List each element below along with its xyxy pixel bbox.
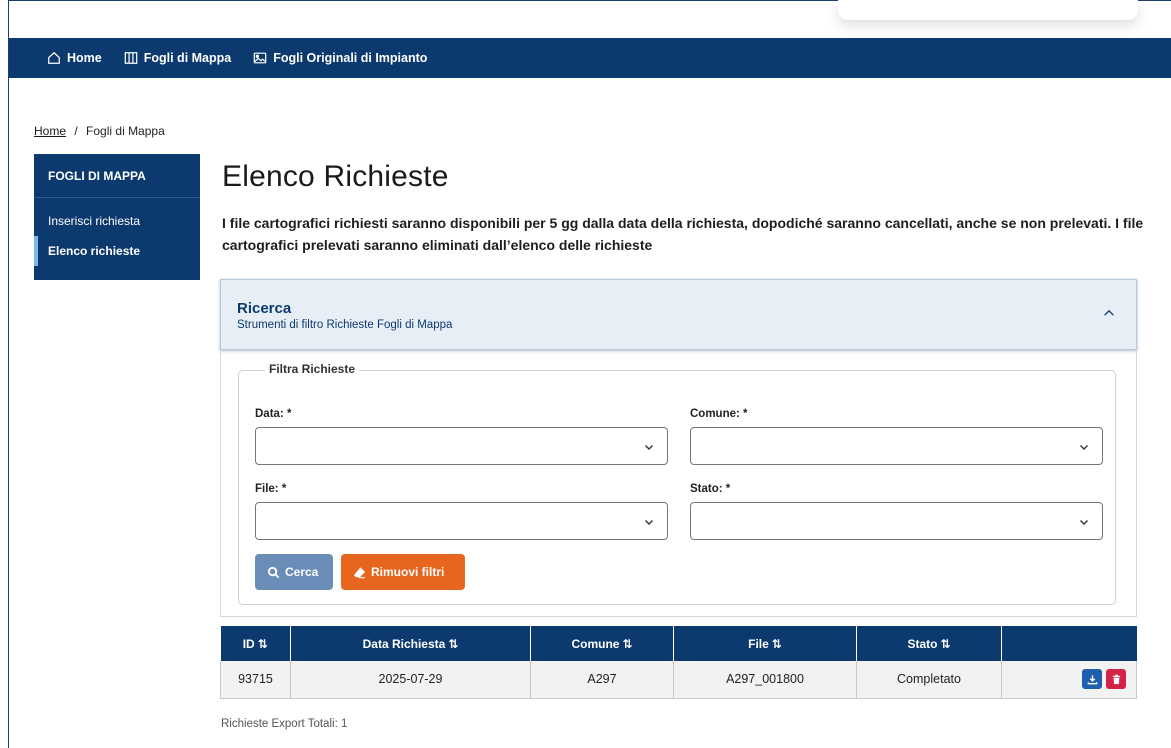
chevron-down-icon bbox=[1080, 520, 1088, 525]
rimuovi-filtri-button[interactable]: Rimuovi filtri bbox=[341, 554, 465, 590]
nav-home[interactable]: Home bbox=[47, 51, 102, 65]
cell-stato: Completato bbox=[856, 661, 1002, 699]
data-select[interactable] bbox=[255, 427, 668, 465]
file-label: File: * bbox=[255, 483, 287, 495]
sort-icon: ⇅ bbox=[940, 636, 951, 651]
breadcrumb: Home / Fogli di Mappa bbox=[34, 124, 165, 138]
nav-fogli-di-mappa-label: Fogli di Mappa bbox=[143, 51, 232, 65]
col-actions-header bbox=[1001, 626, 1137, 661]
cell-file: A297_001800 bbox=[673, 661, 857, 699]
trash-icon bbox=[1112, 674, 1120, 684]
col-data-label: Data Richiesta bbox=[362, 636, 446, 651]
search-accordion-subtitle: Strumenti di filtro Richieste Fogli di M… bbox=[237, 319, 453, 331]
search-panel: Filtra Richieste Data: * Comune: * File:… bbox=[220, 350, 1137, 617]
data-label: Data: * bbox=[255, 408, 292, 420]
sort-icon: ⇅ bbox=[622, 636, 633, 651]
sidebar: FOGLI DI MAPPA Inserisci richiesta Elenc… bbox=[34, 154, 200, 280]
chevron-down-icon bbox=[645, 445, 653, 450]
search-accordion-header[interactable]: Ricerca Strumenti di filtro Richieste Fo… bbox=[220, 279, 1137, 350]
col-file-header[interactable]: File ⇅ bbox=[673, 626, 857, 661]
sort-icon: ⇅ bbox=[771, 636, 782, 651]
col-comune-header[interactable]: Comune ⇅ bbox=[530, 626, 674, 661]
cell-comune: A297 bbox=[530, 661, 674, 699]
chevron-down-icon bbox=[645, 520, 653, 525]
download-button[interactable] bbox=[1082, 669, 1102, 690]
main-navbar: Home Fogli di Mappa Fogli Originali di I… bbox=[9, 38, 1171, 78]
chevron-down-icon bbox=[1080, 445, 1088, 450]
cell-id: 93715 bbox=[220, 661, 291, 699]
comune-label: Comune: * bbox=[690, 408, 748, 420]
sort-icon: ⇅ bbox=[448, 636, 459, 651]
delete-button[interactable] bbox=[1106, 669, 1126, 690]
nav-home-label: Home bbox=[67, 51, 102, 65]
col-file-label: File bbox=[748, 636, 769, 651]
cell-data-richiesta: 2025-07-29 bbox=[290, 661, 531, 699]
page-intro: I file cartografici richiesti saranno di… bbox=[222, 215, 1144, 253]
file-select[interactable] bbox=[255, 502, 668, 540]
home-icon bbox=[48, 51, 60, 64]
nav-fogli-originali-label: Fogli Originali di Impianto bbox=[273, 51, 428, 65]
filter-fieldset: Filtra Richieste Data: * Comune: * File:… bbox=[238, 362, 1116, 605]
table-header-row: ID ⇅ Data Richiesta ⇅ Comune ⇅ File ⇅ Stato ⇅ bbox=[220, 626, 1137, 661]
filter-legend: Filtra Richieste bbox=[265, 362, 360, 376]
stato-select[interactable] bbox=[690, 502, 1103, 540]
cerca-button-label: Cerca bbox=[285, 565, 319, 579]
col-id-label: ID bbox=[242, 636, 255, 651]
page-title: Elenco Richieste bbox=[222, 160, 449, 193]
nav-fogli-di-mappa[interactable]: Fogli di Mappa bbox=[124, 51, 232, 65]
col-data-header[interactable]: Data Richiesta ⇅ bbox=[290, 626, 531, 661]
search-icon bbox=[267, 566, 280, 578]
breadcrumb-current: Fogli di Mappa bbox=[86, 124, 165, 138]
sidebar-item-elenco-richieste[interactable]: Elenco richieste bbox=[34, 236, 200, 266]
image-icon bbox=[253, 52, 267, 64]
requests-table: ID ⇅ Data Richiesta ⇅ Comune ⇅ File ⇅ Stato ⇅… bbox=[220, 626, 1137, 699]
col-stato-header[interactable]: Stato ⇅ bbox=[856, 626, 1002, 661]
total-count: Richieste Export Totali: 1 bbox=[221, 718, 348, 730]
breadcrumb-separator: / bbox=[74, 124, 78, 138]
columns-icon bbox=[124, 52, 138, 64]
comune-select[interactable] bbox=[690, 427, 1103, 465]
rimuovi-filtri-button-label: Rimuovi filtri bbox=[371, 565, 445, 579]
chevron-up-icon[interactable] bbox=[1102, 306, 1116, 320]
col-id-header[interactable]: ID ⇅ bbox=[220, 626, 291, 661]
sort-icon: ⇅ bbox=[257, 636, 268, 651]
header-search-shadow bbox=[838, 0, 1138, 20]
cerca-button[interactable]: Cerca bbox=[255, 554, 333, 590]
sidebar-item-inserisci-richiesta[interactable]: Inserisci richiesta bbox=[34, 206, 200, 236]
stato-label: Stato: * bbox=[690, 483, 731, 495]
table-row: 93715 2025-07-29 A297 A297_001800 Comple… bbox=[220, 661, 1137, 699]
eraser-icon bbox=[353, 566, 366, 578]
nav-fogli-originali[interactable]: Fogli Originali di Impianto bbox=[253, 51, 427, 65]
breadcrumb-home-link[interactable]: Home bbox=[34, 124, 66, 138]
download-icon bbox=[1087, 675, 1097, 685]
cell-actions bbox=[1001, 661, 1137, 699]
search-accordion-title: Ricerca bbox=[237, 300, 292, 317]
col-comune-label: Comune bbox=[571, 636, 620, 651]
sidebar-title: FOGLI DI MAPPA bbox=[34, 154, 200, 198]
col-stato-label: Stato bbox=[907, 636, 938, 651]
